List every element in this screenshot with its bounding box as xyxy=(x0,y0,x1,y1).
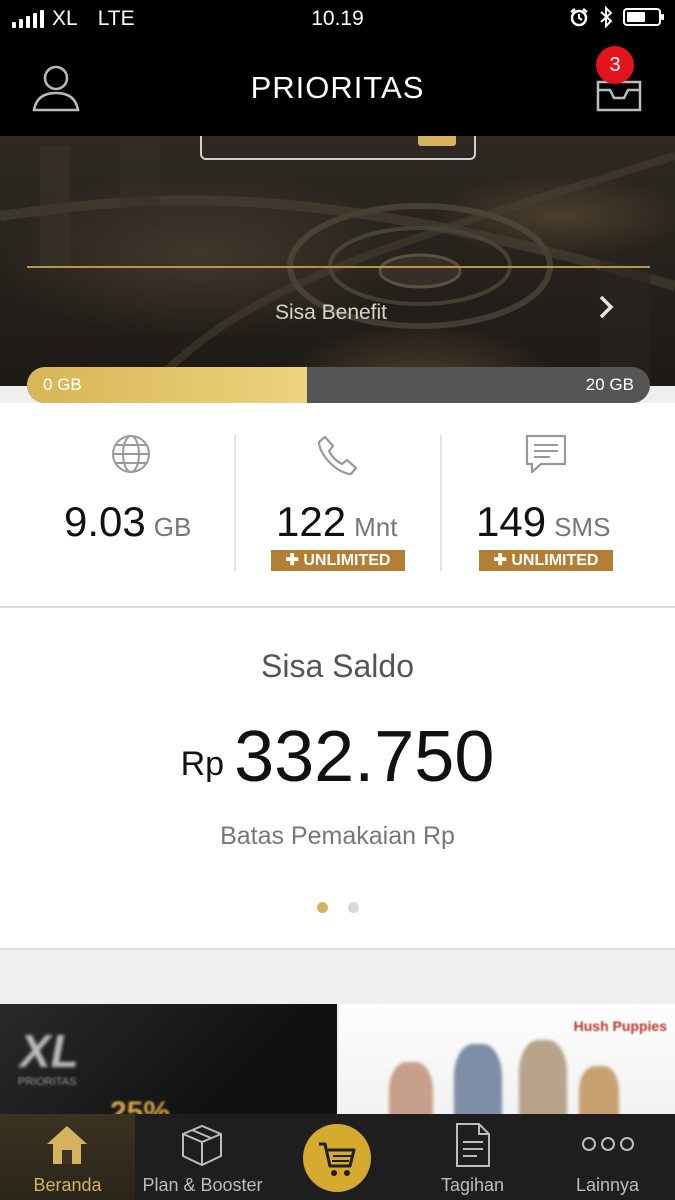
hero-divider xyxy=(27,266,650,268)
usage-value: 9.03 xyxy=(64,498,146,545)
promo-tag: PRIORITAS xyxy=(18,1076,77,1088)
promo-person-image xyxy=(579,1066,619,1114)
tab-plan-booster[interactable]: Plan & Booster xyxy=(135,1114,270,1200)
more-icon xyxy=(582,1137,634,1151)
tab-label: Beranda xyxy=(33,1175,102,1195)
usage-unit: Mnt xyxy=(354,512,398,542)
unlimited-label: UNLIMITED xyxy=(303,552,391,569)
promo-person-image xyxy=(454,1044,502,1114)
phone-icon xyxy=(317,435,358,476)
hush-puppies-logo: Hush Puppies xyxy=(573,1018,667,1034)
usage-sms[interactable]: 149 SMS ✚ UNLIMITED xyxy=(442,403,675,606)
usage-sms-value-group: 149 SMS xyxy=(476,498,610,546)
message-icon xyxy=(525,434,567,474)
tab-label: Tagihan xyxy=(440,1175,505,1195)
data-progress-bar: 0 GB 20 GB xyxy=(27,367,650,403)
balance-amount: Rp 332.750 xyxy=(0,716,675,798)
chevron-right-icon[interactable] xyxy=(596,294,618,320)
bill-icon xyxy=(456,1123,490,1167)
usage-value: 149 xyxy=(476,498,547,545)
unlimited-badge: ✚ UNLIMITED xyxy=(271,550,405,571)
benefit-label[interactable]: Sisa Benefit xyxy=(0,301,662,325)
tab-tagihan[interactable]: Tagihan xyxy=(405,1114,540,1200)
copy-tag[interactable] xyxy=(418,136,456,146)
promo-banner-hush-puppies[interactable]: Hush Puppies xyxy=(339,1004,675,1114)
page-dot-2[interactable] xyxy=(347,902,359,913)
xl-logo: XL xyxy=(20,1025,79,1077)
notification-badge: 3 xyxy=(596,46,634,84)
tab-lainnya[interactable]: Lainnya xyxy=(540,1114,675,1200)
page-indicator xyxy=(0,900,675,918)
usage-unit: SMS xyxy=(554,512,611,542)
alarm-icon xyxy=(570,8,588,27)
usage-data[interactable]: 9.03 GB xyxy=(0,403,234,606)
page-title: PRIORITAS xyxy=(250,70,425,105)
phone-number: 0818124276 xyxy=(220,136,372,140)
status-right xyxy=(569,6,664,28)
promo-banner-xl[interactable]: XL PRIORITAS 25% xyxy=(0,1004,337,1114)
tab-label: Lainnya xyxy=(575,1175,640,1195)
promo-offer: 25% xyxy=(110,1096,171,1114)
battery-icon xyxy=(623,8,664,26)
tab-beranda[interactable]: Beranda xyxy=(0,1114,135,1200)
progress-min-label: 0 GB xyxy=(43,375,82,394)
usage-voice-value-group: 122 Mnt xyxy=(276,498,397,546)
globe-icon xyxy=(112,435,150,473)
hero-banner: 0818124276 Sisa Benefit xyxy=(0,136,675,386)
unlimited-label: UNLIMITED xyxy=(511,552,599,569)
balance-title: Sisa Saldo xyxy=(261,648,414,684)
box-icon xyxy=(182,1124,222,1167)
usage-voice[interactable]: 122 Mnt ✚ UNLIMITED xyxy=(236,403,440,606)
bluetooth-icon xyxy=(600,6,613,28)
balance-value: 332.750 xyxy=(234,717,495,797)
unlimited-badge: ✚ UNLIMITED xyxy=(479,550,613,571)
usage-value: 122 xyxy=(276,498,347,545)
bottom-tab-bar: Beranda Plan & Booster Tagihan Lainnya xyxy=(0,1114,675,1200)
city-background-image xyxy=(0,136,675,386)
tab-cart[interactable] xyxy=(303,1124,371,1192)
usage-limit-label: Batas Pemakaian Rp xyxy=(220,822,455,850)
home-icon xyxy=(47,1126,87,1164)
page-dot-1[interactable] xyxy=(316,902,328,913)
status-bar: XL LTE 10.19 xyxy=(0,0,675,38)
nav-bar: PRIORITAS 3 xyxy=(0,38,675,136)
progress-max-label: 20 GB xyxy=(585,375,634,394)
promo-person-image xyxy=(389,1062,433,1114)
tab-label: Plan & Booster xyxy=(142,1175,263,1195)
balance-currency: Rp xyxy=(180,745,225,783)
balance-card[interactable]: Sisa Saldo Rp 332.750 Batas Pemakaian Rp xyxy=(0,608,675,950)
cart-icon xyxy=(319,1142,356,1176)
usage-panel: 9.03 GB 122 Mnt ✚ UNLIMITED 149 SMS ✚ UNLIM… xyxy=(0,403,675,608)
usage-data-value-group: 9.03 GB xyxy=(64,498,191,546)
phone-number-box: 0818124276 xyxy=(200,136,476,160)
promo-person-image xyxy=(519,1040,567,1114)
usage-unit: GB xyxy=(153,512,192,542)
